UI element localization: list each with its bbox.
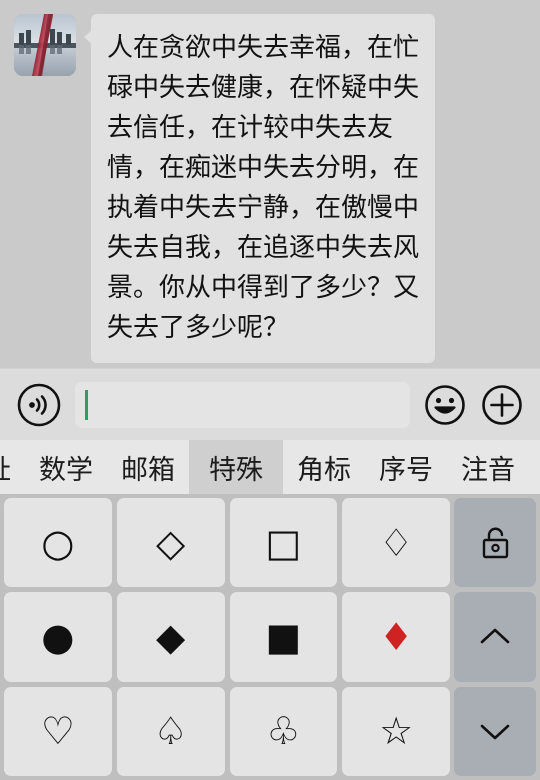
tab-phonetic[interactable]: 注音 — [447, 440, 529, 494]
chevron-up-icon[interactable] — [454, 592, 536, 682]
bubble-tail — [84, 30, 92, 44]
key-diamond-filled[interactable]: ◆ — [116, 592, 225, 682]
incoming-message-row: 人在贪欲中失去幸福，在忙碌中失去健康，在怀疑中失去信任，在计较中失去友情，在痴迷… — [14, 14, 528, 363]
emoji-smiley-icon[interactable] — [423, 383, 467, 427]
tab-corner[interactable]: 角标 — [283, 440, 365, 494]
key-circle-outline[interactable]: ○ — [4, 498, 112, 588]
tab-numbering[interactable]: 序号 — [365, 440, 447, 494]
message-input-bar — [0, 368, 540, 440]
avatar[interactable] — [14, 14, 76, 76]
key-spade-outline[interactable]: ♤ — [116, 686, 225, 776]
search-input[interactable] — [75, 381, 410, 428]
key-diamond-outline[interactable]: ◇ — [116, 498, 225, 588]
key-square-outline[interactable]: □ — [229, 498, 338, 588]
avatar-reflection — [18, 45, 24, 54]
avatar-tree — [26, 30, 32, 45]
avatar-tree — [49, 29, 55, 45]
symbol-key-grid: ○ ◇ □ ♢ ● ◆ ■ ♦ ♡ ♤ ♧ ☆ — [4, 498, 450, 776]
avatar-reflection — [49, 45, 55, 54]
chevron-down-icon[interactable] — [454, 686, 536, 776]
chat-message-area: 人在贪欲中失去幸福，在忙碌中失去健康，在怀疑中失去信任，在计较中失去友情，在痴迷… — [0, 0, 540, 368]
avatar-tree — [57, 32, 63, 45]
tab-special[interactable]: 特殊 — [189, 440, 283, 494]
voice-wave-icon[interactable] — [16, 382, 62, 428]
tab-email[interactable]: 邮箱 — [107, 440, 189, 494]
message-bubble-text[interactable]: 人在贪欲中失去幸福，在忙碌中失去健康，在怀疑中失去信任，在计较中失去友情，在痴迷… — [91, 14, 435, 363]
unlock-icon[interactable] — [454, 498, 536, 588]
key-star-outline[interactable]: ☆ — [342, 686, 450, 776]
tab-url[interactable]: 址 — [0, 440, 25, 494]
plus-circle-icon[interactable] — [480, 383, 524, 427]
symbol-category-tab-bar[interactable]: 址 数学 邮箱 特殊 角标 序号 注音 — [0, 440, 540, 494]
key-square-filled[interactable]: ■ — [229, 592, 338, 682]
chat-app-screen: 人在贪欲中失去幸福，在忙碌中失去健康，在怀疑中失去信任，在计较中失去友情，在痴迷… — [0, 0, 540, 780]
key-card-diamond-red[interactable]: ♦ — [342, 592, 450, 682]
key-heart-outline[interactable]: ♡ — [4, 686, 112, 776]
key-circle-filled[interactable]: ● — [4, 592, 112, 682]
keyboard-action-column — [454, 498, 536, 776]
key-card-diamond-outline[interactable]: ♢ — [342, 498, 450, 588]
text-caret — [85, 389, 88, 420]
symbol-keyboard: ○ ◇ □ ♢ ● ◆ ■ ♦ ♡ ♤ ♧ ☆ — [0, 494, 540, 780]
avatar-tree — [18, 33, 24, 45]
avatar-reflection — [26, 45, 32, 54]
avatar-reflection — [57, 45, 63, 54]
avatar-tree — [66, 34, 72, 45]
tab-math[interactable]: 数学 — [25, 440, 107, 494]
message-bubble-wrapper: 人在贪欲中失去幸福，在忙碌中失去健康，在怀疑中失去信任，在计较中失去友情，在痴迷… — [84, 14, 435, 363]
key-club-outline[interactable]: ♧ — [229, 686, 338, 776]
